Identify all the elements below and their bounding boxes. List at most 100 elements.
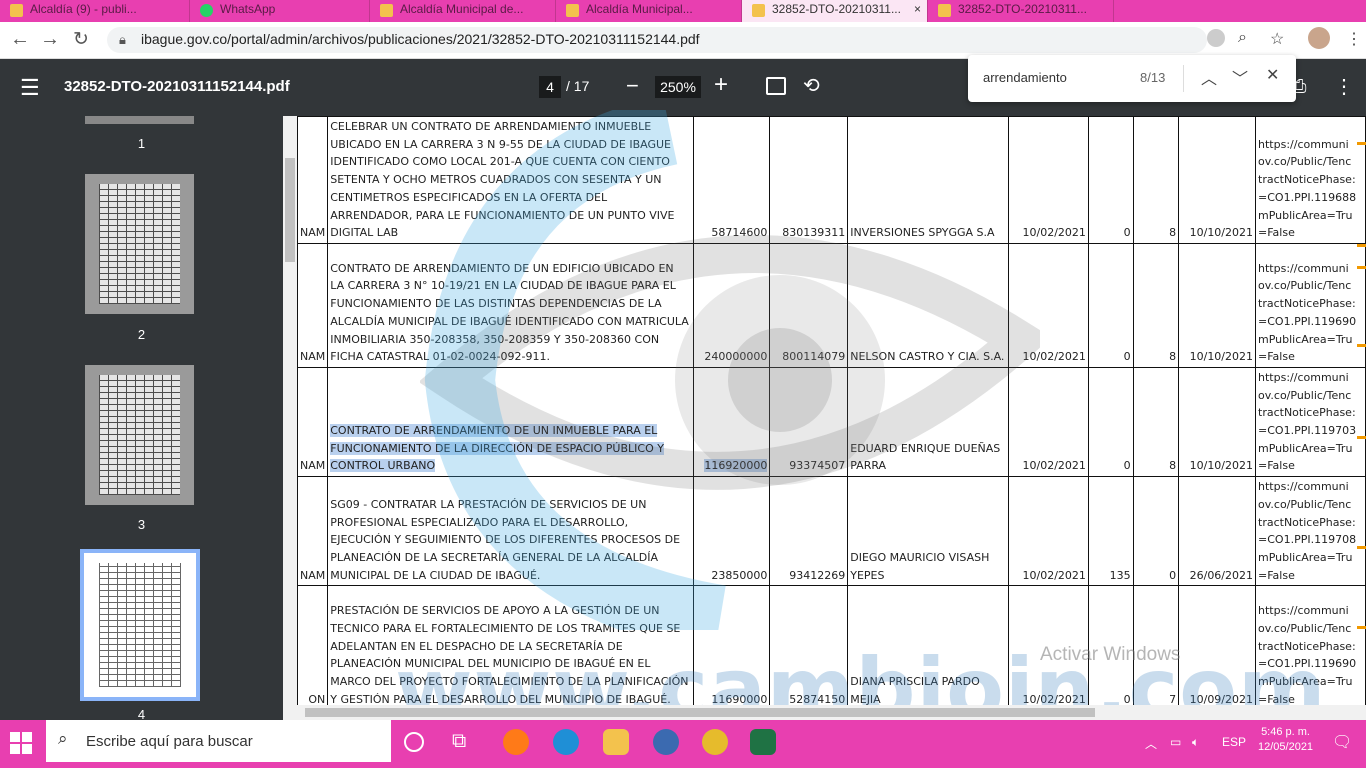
scrollbar-thumb[interactable]	[285, 158, 295, 262]
thumbnail-label: 3	[137, 517, 146, 532]
cell-text: 8	[1169, 226, 1177, 240]
table-cell-link: https://communi ov.co/Public/Tenc tractN…	[1255, 476, 1366, 587]
find-marker	[1357, 142, 1366, 145]
address-bar-row: ← → ↻ 🔒︎ ibague.gov.co/portal/admin/arch…	[0, 22, 1366, 59]
windows-taskbar: ⌕ Escribe aquí para buscar ⧉ ︿ ▭ 🔈︎ ESP …	[0, 720, 1366, 768]
back-arrow-icon[interactable]: ←	[10, 28, 30, 51]
thumbnail-preview	[99, 375, 180, 495]
browser-menu-icon[interactable]: ⋮	[1346, 29, 1362, 49]
table-cell-c0: ON	[297, 585, 329, 711]
pdf-extension-icon[interactable]	[1207, 29, 1225, 47]
url-text: ibague.gov.co/portal/admin/archivos/publ…	[141, 31, 700, 47]
app-icon[interactable]	[653, 729, 679, 755]
excel-icon[interactable]	[750, 729, 776, 755]
tab-label: Alcaldía (9) - publi...	[30, 2, 137, 16]
more-options-icon[interactable]: ⋮	[1334, 74, 1354, 99]
find-marker	[1357, 344, 1366, 347]
bookmark-star-icon[interactable]: ☆	[1270, 29, 1284, 49]
table-cell-end-date: 26/06/2021	[1178, 476, 1257, 587]
browser-tab[interactable]: Alcaldía Municipal...	[556, 0, 742, 22]
tab-label: Alcaldía Municipal...	[586, 2, 693, 16]
browser-tab[interactable]: WhatsApp	[190, 0, 370, 22]
fit-to-page-icon[interactable]	[766, 77, 786, 95]
lock-icon: 🔒︎	[119, 32, 126, 47]
cell-text: 8	[1169, 350, 1177, 364]
cell-text: 0	[1169, 568, 1177, 582]
zoom-level-input[interactable]: 250%	[655, 76, 701, 98]
find-marker	[1357, 266, 1366, 269]
browser-tab-active[interactable]: 32852-DTO-20210311... ×	[742, 0, 928, 22]
table-cell-link: https://communi ov.co/Public/Tenc tractN…	[1255, 116, 1366, 244]
system-clock[interactable]: 5:46 p. m. 12/05/2021	[1258, 725, 1313, 755]
reload-icon[interactable]: ↻	[73, 28, 89, 51]
find-next-icon[interactable]: ﹀	[1232, 65, 1248, 89]
page-total: / 17	[566, 78, 590, 94]
table-cell-end-date: 10/10/2021	[1178, 366, 1257, 478]
find-marker	[1357, 626, 1366, 629]
cell-text: NAM	[300, 459, 326, 473]
forward-arrow-icon[interactable]: →	[40, 28, 60, 51]
language-indicator[interactable]: ESP	[1222, 735, 1246, 749]
document-vertical-scrollbar[interactable]	[283, 116, 297, 720]
thumbnail-sidebar: 1 2 3 4	[0, 116, 283, 720]
page-thumbnail-3[interactable]	[85, 365, 194, 505]
zoom-icon[interactable]: ⌕	[1238, 29, 1247, 47]
cell-text: https://communi ov.co/Public/Tenc tractN…	[1258, 137, 1357, 240]
hamburger-menu-icon[interactable]: ☰	[20, 75, 40, 101]
volume-icon[interactable]: 🔈︎	[1192, 735, 1199, 750]
table-cell-n1: 135	[1087, 476, 1134, 587]
table-cell-c0: NAM	[297, 476, 329, 587]
horizontal-scrollbar[interactable]	[283, 705, 1366, 720]
table-cell-end-date: 10/10/2021	[1178, 116, 1257, 244]
edge-icon[interactable]	[553, 729, 579, 755]
taskbar-search-placeholder: Escribe aquí para buscar	[86, 733, 253, 750]
cell-text: NAM	[300, 350, 326, 364]
page-thumbnail-1[interactable]	[85, 116, 194, 124]
scrollbar-thumb[interactable]	[305, 708, 1095, 717]
find-match-count: 8/13	[1140, 70, 1166, 85]
tab-favicon-icon	[752, 4, 765, 17]
find-input[interactable]: arrendamiento	[983, 70, 1067, 85]
browser-tab[interactable]: Alcaldía (9) - publi...	[0, 0, 190, 22]
taskbar-search-box[interactable]: ⌕ Escribe aquí para buscar	[46, 720, 391, 762]
windows-start-icon[interactable]	[10, 732, 32, 754]
file-explorer-icon[interactable]	[603, 729, 629, 755]
cell-text: NAM	[300, 226, 326, 240]
zoom-in-icon[interactable]: +	[714, 71, 728, 99]
table-cell-c0: NAM	[297, 116, 329, 244]
search-icon: ⌕	[58, 729, 68, 748]
find-bar: arrendamiento 8/13 ︿ ﹀ ✕	[968, 55, 1296, 102]
page-number-input[interactable]: 4	[539, 76, 561, 98]
thumbnail-label: 2	[137, 327, 146, 342]
cell-text: 8	[1169, 459, 1177, 473]
chrome-icon[interactable]	[702, 729, 728, 755]
battery-icon[interactable]: ▭	[1170, 735, 1181, 749]
cell-text: NAM	[300, 568, 326, 582]
find-previous-icon[interactable]: ︿	[1201, 65, 1217, 89]
activate-windows-notice: Activar Windows	[1040, 644, 1181, 665]
profile-avatar[interactable]	[1308, 27, 1330, 49]
page-thumbnail-2[interactable]	[85, 174, 194, 314]
firefox-icon[interactable]	[503, 729, 529, 755]
table-cell-link: https://communi ov.co/Public/Tenc tractN…	[1255, 366, 1366, 478]
cortana-icon[interactable]	[404, 732, 424, 752]
browser-tab[interactable]: Alcaldía Municipal de...	[370, 0, 556, 22]
rotate-icon[interactable]: ⟲	[803, 73, 820, 98]
cell-text: 10/10/2021	[1189, 459, 1254, 473]
page-thumbnail-4-selected[interactable]	[80, 549, 200, 701]
clock-date: 12/05/2021	[1258, 741, 1314, 753]
tab-close-icon[interactable]: ×	[914, 2, 921, 16]
find-close-icon[interactable]: ✕	[1266, 65, 1279, 85]
tab-label: 32852-DTO-20210311...	[958, 2, 1087, 16]
table-cell-end-date: 10/10/2021	[1178, 242, 1257, 368]
browser-tab-strip: Alcaldía (9) - publi... WhatsApp Alcaldí…	[0, 0, 1366, 22]
table-cell-n1: 0	[1087, 242, 1134, 368]
zoom-out-icon[interactable]: −	[626, 73, 639, 99]
task-view-icon[interactable]: ⧉	[452, 730, 478, 756]
find-marker	[1357, 244, 1366, 247]
browser-tab[interactable]: 32852-DTO-20210311...	[928, 0, 1114, 22]
notifications-icon[interactable]: 🗨︎	[1332, 732, 1352, 752]
tray-chevron-icon[interactable]: ︿	[1145, 735, 1157, 752]
find-marker	[1357, 546, 1366, 549]
url-field[interactable]: 🔒︎ ibague.gov.co/portal/admin/archivos/p…	[107, 27, 1207, 53]
